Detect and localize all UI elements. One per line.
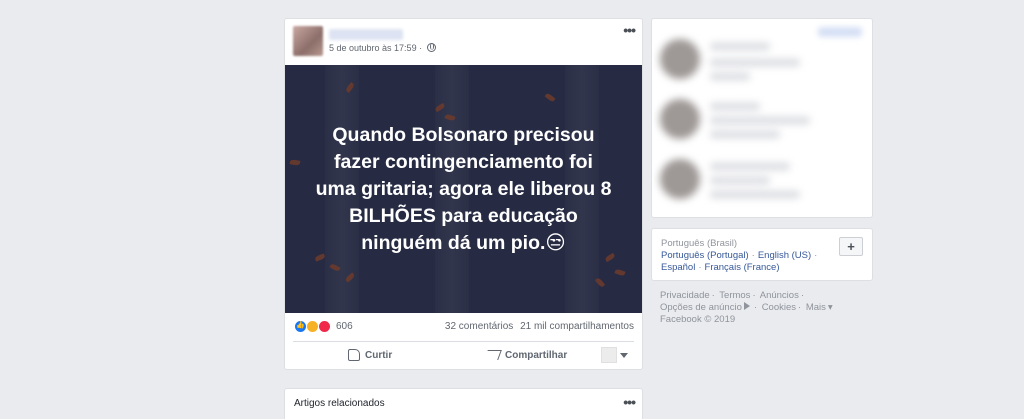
language-line: Español · Français (France) (661, 262, 780, 273)
more-link[interactable]: Mais (806, 302, 826, 313)
leaf (614, 268, 626, 277)
comments-count[interactable]: 32 comentários (445, 321, 513, 332)
reaction-count[interactable]: 606 (336, 321, 353, 332)
blurred-line (710, 43, 770, 50)
blurred-avatar (660, 159, 700, 199)
language-french-link[interactable]: Français (France) (705, 262, 780, 273)
ad-choices-icon (743, 302, 750, 311)
blurred-line (710, 131, 780, 138)
engagement-counts: 32 comentários 21 mil compartilhamentos (445, 321, 634, 332)
copyright: Facebook © 2019 (660, 314, 736, 326)
love-reaction-icon (317, 320, 331, 333)
terms-link[interactable]: Termos (719, 290, 750, 301)
related-options-icon[interactable]: ••• (623, 395, 636, 409)
language-card: Português (Brasil) Português (Portugal) ·… (651, 228, 873, 281)
ad-choices-link[interactable]: Opções de anúncio (660, 302, 742, 313)
like-button[interactable]: Curtir (348, 347, 392, 363)
leaf (544, 92, 556, 103)
thumbs-up-icon (348, 349, 360, 361)
like-label: Curtir (365, 349, 393, 361)
blurred-line (710, 59, 800, 66)
post-card: 5 de outubro às 17:59 · ••• Quando Bolso… (284, 18, 643, 370)
leaf (289, 159, 301, 166)
post-options-icon[interactable]: ••• (623, 23, 636, 37)
blurred-avatar (660, 39, 700, 79)
post-image[interactable]: Quando Bolsonaro precisou fazer continge… (285, 65, 642, 313)
blurred-row[interactable] (658, 155, 868, 205)
ads-link[interactable]: Anúncios (760, 290, 799, 301)
post-actions: Curtir Compartilhar (285, 343, 642, 369)
add-language-button[interactable]: + (839, 237, 863, 256)
post-timestamp[interactable]: 5 de outubro às 17:59 · (329, 43, 436, 53)
language-spanish-link[interactable]: Español (661, 262, 695, 273)
related-articles-title: Artigos relacionados (294, 398, 385, 409)
reactions-row: 606 32 comentários 21 mil compartilhamen… (285, 319, 642, 335)
language-portugal-link[interactable]: Português (Portugal) (661, 250, 749, 261)
author-name-blurred[interactable] (329, 29, 403, 40)
privacy-link[interactable]: Privacidade (660, 290, 710, 301)
language-line: Português (Portugal) · English (US) · (661, 250, 818, 261)
timestamp-text[interactable]: 5 de outubro às 17:59 (329, 43, 417, 53)
shares-count[interactable]: 21 mil compartilhamentos (520, 321, 634, 332)
footer: Privacidade · Termos · Anúncios · Opções de… (660, 290, 833, 326)
haha-reaction-icon (305, 320, 319, 333)
blurred-row[interactable] (658, 35, 868, 85)
blurred-line (710, 117, 810, 124)
page-selector[interactable] (601, 347, 628, 363)
blurred-line (710, 73, 750, 80)
chevron-down-icon (620, 352, 628, 358)
post-image-text: Quando Bolsonaro precisou fazer continge… (315, 124, 612, 254)
share-arrow-icon (484, 350, 502, 360)
blurred-avatar (660, 99, 700, 139)
post-header: 5 de outubro às 17:59 · ••• (285, 19, 642, 65)
cookies-link[interactable]: Cookies (762, 302, 796, 313)
suggestions-card (651, 18, 873, 218)
blurred-row[interactable] (658, 95, 868, 145)
current-language: Português (Brasil) (661, 238, 738, 249)
blurred-line (710, 103, 760, 110)
blurred-line (710, 177, 770, 184)
avatar[interactable] (293, 26, 323, 56)
share-button[interactable]: Compartilhar (484, 347, 568, 363)
blurred-line (710, 191, 800, 198)
blurred-line (710, 163, 790, 170)
page-thumbnail (601, 347, 617, 363)
share-label: Compartilhar (505, 349, 568, 361)
language-english-link[interactable]: English (US) (758, 250, 811, 261)
divider (293, 341, 634, 342)
related-articles-card: Artigos relacionados ••• (284, 388, 643, 419)
globe-icon (426, 43, 436, 52)
reaction-icons[interactable] (294, 320, 331, 333)
